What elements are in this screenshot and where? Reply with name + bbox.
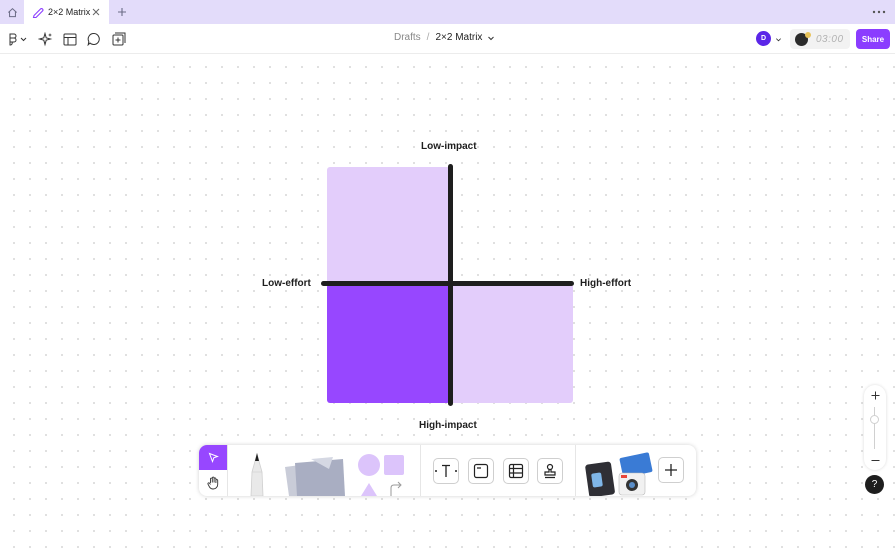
breadcrumb: Drafts / 2×2 Matrix (394, 32, 495, 43)
add-frame-icon (112, 32, 126, 46)
stamp-tool-button[interactable] (537, 458, 563, 484)
label-low-effort[interactable]: Low-effort (262, 278, 311, 289)
file-icon (32, 8, 44, 18)
comments-button[interactable] (85, 30, 103, 48)
label-low-impact[interactable]: Low-impact (421, 141, 477, 152)
hand-icon (206, 476, 218, 490)
zoom-controls (864, 385, 886, 470)
file-name[interactable]: 2×2 Matrix (435, 32, 482, 43)
section-tool-button[interactable] (468, 458, 494, 484)
zoom-slider-handle[interactable] (870, 415, 879, 424)
text-icon (435, 464, 457, 477)
tab-file[interactable]: 2×2 Matrix (24, 0, 109, 24)
main-menu-button[interactable] (8, 30, 28, 48)
more-tools-button[interactable] (658, 457, 684, 483)
plus-icon (871, 391, 879, 399)
zoom-in-button[interactable] (869, 389, 881, 401)
tab-close-button[interactable] (89, 5, 103, 19)
text-tool-button[interactable] (433, 458, 459, 484)
help-button[interactable]: ? (865, 475, 884, 494)
timer-icon (795, 31, 811, 46)
plus-icon (665, 464, 677, 476)
label-high-impact[interactable]: High-impact (419, 420, 477, 431)
quadrant-bottom-left[interactable] (327, 284, 450, 403)
select-tool-button[interactable] (199, 445, 227, 470)
section-icon (473, 463, 489, 479)
figjam-logo-icon (9, 33, 27, 46)
shapes-icon[interactable] (355, 453, 409, 496)
table-tool-button[interactable] (503, 458, 529, 484)
tab-title: 2×2 Matrix (48, 7, 91, 17)
timer-button[interactable]: 03:00 (790, 29, 850, 49)
zoom-slider[interactable] (874, 407, 875, 449)
chevron-down-icon[interactable] (775, 36, 782, 43)
hand-tool-button[interactable] (199, 470, 227, 496)
ai-button[interactable] (36, 30, 54, 48)
tab-more-button[interactable] (871, 5, 887, 19)
breadcrumb-separator: / (426, 32, 430, 43)
minus-icon (871, 459, 879, 461)
creation-dock (199, 445, 696, 496)
quadrant-bottom-right[interactable] (450, 284, 573, 403)
chevron-down-icon[interactable] (487, 34, 495, 42)
templates-button[interactable] (61, 30, 79, 48)
toolbar: Drafts / 2×2 Matrix D 03:00 Share (0, 24, 895, 54)
horizontal-axis[interactable] (321, 281, 574, 286)
home-button[interactable] (0, 0, 24, 24)
cursor-icon (208, 452, 219, 463)
stamp-icon (544, 463, 556, 479)
zoom-out-button[interactable] (869, 454, 881, 466)
label-high-effort[interactable]: High-effort (580, 278, 631, 289)
sticky-note-icon[interactable] (281, 455, 349, 496)
home-icon (7, 7, 17, 17)
stickers-widgets-icon[interactable] (583, 451, 653, 496)
more-icon (872, 10, 886, 14)
new-tab-button[interactable] (114, 3, 130, 21)
table-icon (508, 463, 524, 479)
avatar[interactable]: D (756, 31, 771, 46)
divider (575, 445, 576, 496)
tab-bar: 2×2 Matrix (0, 0, 895, 24)
sparkle-icon (37, 31, 52, 46)
plus-icon (118, 8, 126, 16)
timer-text: 03:00 (816, 33, 844, 45)
layout-icon (63, 33, 77, 45)
breadcrumb-drafts-link[interactable]: Drafts (394, 32, 421, 43)
quadrant-top-left[interactable] (327, 167, 450, 284)
comment-icon (87, 33, 100, 46)
divider (227, 445, 228, 496)
marker-pen-icon[interactable] (239, 448, 275, 496)
divider (420, 445, 421, 496)
add-page-button[interactable] (110, 30, 128, 48)
close-icon (92, 8, 100, 16)
share-button[interactable]: Share (856, 29, 890, 49)
